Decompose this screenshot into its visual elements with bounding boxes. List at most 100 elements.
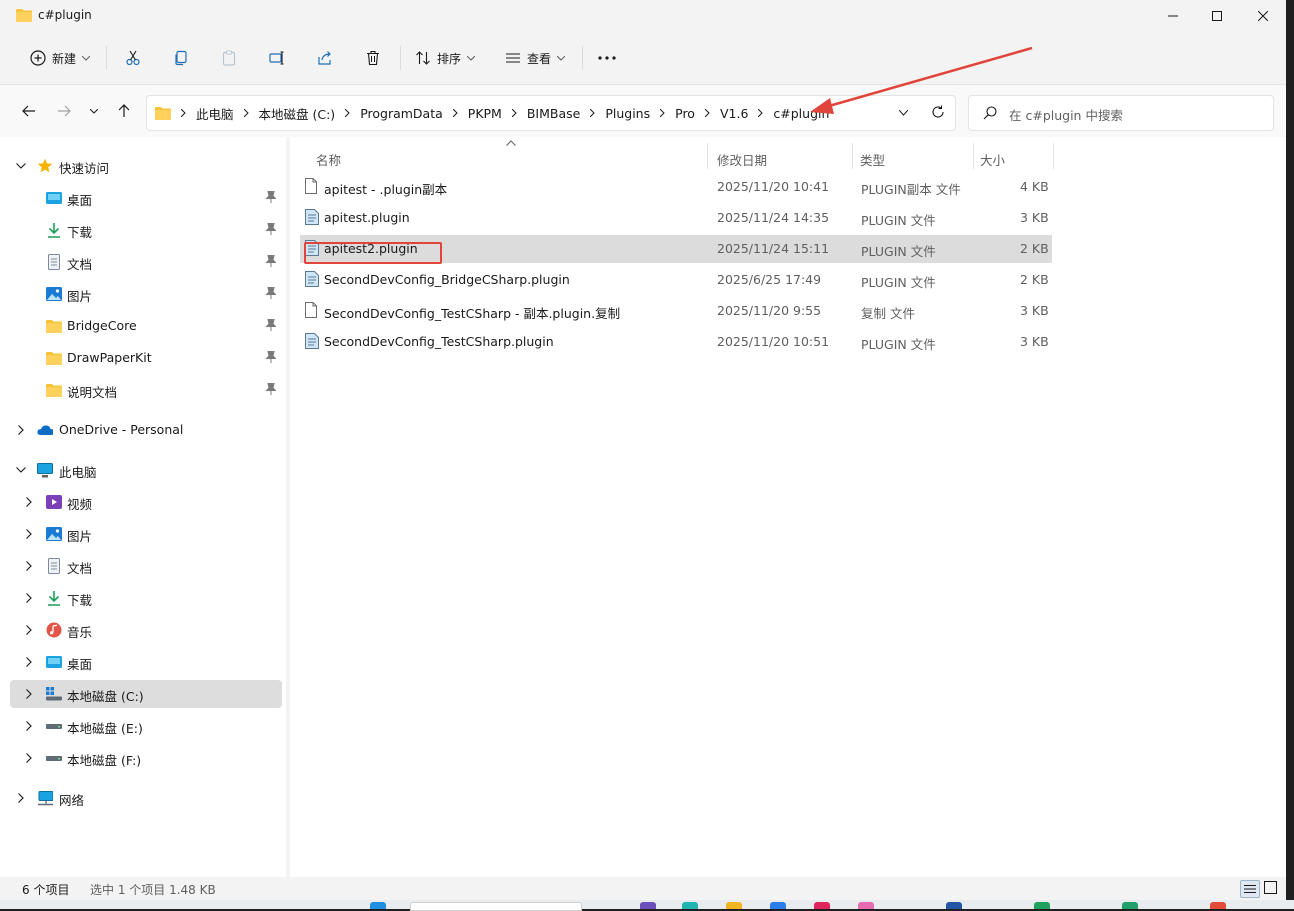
new-button[interactable]: 新建: [24, 42, 96, 74]
taskbar: [0, 900, 1294, 911]
table-row[interactable]: SecondDevConfig_TestCSharp - 副本.plugin.复…: [300, 297, 1052, 325]
app-icon[interactable]: [858, 902, 874, 909]
column-divider[interactable]: [1053, 143, 1054, 169]
table-row[interactable]: SecondDevConfig_TestCSharp.plugin 2025/1…: [300, 328, 1052, 356]
more-options-button[interactable]: [592, 42, 622, 74]
app-icon[interactable]: [946, 902, 962, 909]
chevron-right-icon[interactable]: [26, 751, 32, 763]
breadcrumb-programdata[interactable]: ProgramData: [356, 106, 447, 121]
chevron-right-icon[interactable]: [26, 687, 32, 699]
sidebar-item-local-disk-f[interactable]: 本地磁盘 (F:): [10, 744, 282, 772]
details-view-icon[interactable]: [1240, 880, 1260, 898]
recent-locations-button[interactable]: [82, 99, 106, 123]
minimize-button[interactable]: [1150, 0, 1196, 32]
close-button[interactable]: [1240, 0, 1286, 32]
app-icon[interactable]: [814, 902, 830, 909]
sidebar-item-pictures[interactable]: 图片: [10, 280, 282, 308]
column-divider[interactable]: [973, 143, 974, 169]
breadcrumb-pkpm[interactable]: PKPM: [464, 106, 506, 121]
file-modified: 2025/6/25 17:49: [717, 272, 822, 287]
pin-icon[interactable]: [266, 223, 276, 235]
sidebar-item-pc-documents[interactable]: 文档: [10, 552, 282, 580]
column-divider[interactable]: [707, 143, 708, 169]
chevron-down-icon[interactable]: [16, 159, 26, 169]
sidebar-item-pc-desktop[interactable]: 桌面: [10, 648, 282, 676]
cut-button[interactable]: [118, 42, 148, 74]
view-button[interactable]: 查看: [500, 42, 570, 74]
sidebar-item-downloads[interactable]: 下载: [10, 216, 282, 244]
sidebar-item-drawpaperkit[interactable]: DrawPaperKit: [10, 344, 282, 372]
start-icon[interactable]: [370, 902, 386, 909]
column-header-name[interactable]: 名称: [316, 145, 341, 173]
rename-button[interactable]: [262, 42, 292, 74]
sidebar-item-music[interactable]: 音乐: [10, 616, 282, 644]
chevron-right-icon[interactable]: [26, 495, 32, 507]
sort-button[interactable]: 排序: [410, 42, 480, 74]
sidebar-item-documents[interactable]: 文档: [10, 248, 282, 276]
table-row[interactable]: apitest.plugin 2025/11/24 14:35 PLUGIN 文…: [300, 204, 1052, 232]
sidebar-item-local-disk-c[interactable]: 本地磁盘 (C:): [10, 680, 282, 708]
breadcrumb-this-pc[interactable]: 此电脑: [192, 104, 238, 123]
breadcrumb-plugins[interactable]: Plugins: [601, 106, 654, 121]
file-type: PLUGIN 文件: [861, 244, 936, 259]
large-icons-view-icon[interactable]: [1264, 881, 1277, 894]
breadcrumb-bimbase[interactable]: BIMBase: [523, 106, 585, 121]
sidebar-item-local-disk-e[interactable]: 本地磁盘 (E:): [10, 712, 282, 740]
chevron-down-icon[interactable]: [16, 463, 26, 473]
table-row[interactable]: SecondDevConfig_BridgeCSharp.plugin 2025…: [300, 266, 1052, 294]
chevron-right-icon[interactable]: [26, 719, 32, 731]
table-row[interactable]: apitest - .plugin副本 2025/11/20 10:41 PLU…: [300, 173, 1052, 201]
file-type: 复制 文件: [861, 306, 915, 321]
pin-icon[interactable]: [266, 319, 276, 331]
breadcrumb-pro[interactable]: Pro: [671, 106, 699, 121]
sidebar-item-this-pc[interactable]: 此电脑: [10, 456, 282, 484]
sidebar-item-network[interactable]: 网络: [10, 784, 282, 812]
delete-button[interactable]: [358, 42, 388, 74]
sidebar-item-manual-docs[interactable]: 说明文档: [10, 376, 282, 404]
chevron-right-icon[interactable]: [26, 623, 32, 635]
pin-icon[interactable]: [266, 351, 276, 363]
chevron-right-icon[interactable]: [26, 591, 32, 603]
pin-icon[interactable]: [266, 383, 276, 395]
pin-icon[interactable]: [266, 191, 276, 203]
app-icon[interactable]: [1122, 902, 1138, 909]
sidebar-item-pc-downloads[interactable]: 下载: [10, 584, 282, 612]
file-explorer-taskbar-icon[interactable]: [726, 902, 742, 909]
chevron-right-icon[interactable]: [26, 527, 32, 539]
sidebar-item-desktop[interactable]: 桌面: [10, 184, 282, 212]
chevron-right-icon[interactable]: [16, 423, 24, 435]
sidebar-item-pc-pictures[interactable]: 图片: [10, 520, 282, 548]
up-button[interactable]: [112, 99, 136, 123]
pin-icon[interactable]: [266, 287, 276, 299]
app-icon[interactable]: [770, 902, 786, 909]
breadcrumb-v16[interactable]: V1.6: [716, 106, 752, 121]
file-modified: 2025/11/20 9:55: [717, 303, 822, 318]
paste-button[interactable]: [214, 42, 244, 74]
column-header-type[interactable]: 类型: [860, 145, 885, 173]
taskbar-search-box[interactable]: [410, 902, 582, 911]
sidebar-item-bridgecore[interactable]: BridgeCore: [10, 312, 282, 340]
share-button[interactable]: [310, 42, 340, 74]
chevron-right-icon[interactable]: [26, 655, 32, 667]
sidebar-item-quick-access[interactable]: 快速访问: [10, 152, 282, 180]
pin-icon[interactable]: [266, 255, 276, 267]
table-row-selected[interactable]: apitest2.plugin 2025/11/24 15:11 PLUGIN …: [300, 235, 1052, 264]
column-header-modified[interactable]: 修改日期: [717, 145, 767, 173]
plus-circle-icon: [30, 50, 46, 66]
maximize-button[interactable]: [1194, 0, 1240, 32]
forward-button[interactable]: [52, 99, 76, 123]
app-icon[interactable]: [1034, 902, 1050, 909]
sidebar-item-videos[interactable]: 视频: [10, 488, 282, 516]
column-header-size[interactable]: 大小: [980, 145, 1005, 173]
sidebar-item-onedrive[interactable]: OneDrive - Personal: [10, 416, 282, 444]
column-divider[interactable]: [852, 143, 853, 169]
app-icon[interactable]: [682, 902, 698, 909]
breadcrumb-local-disk-c[interactable]: 本地磁盘 (C:): [255, 104, 340, 123]
copy-button[interactable]: [166, 42, 196, 74]
back-button[interactable]: [17, 99, 41, 123]
app-icon[interactable]: [1210, 902, 1226, 909]
chevron-right-icon[interactable]: [26, 559, 32, 571]
sidebar-item-label: 文档: [67, 257, 93, 272]
app-icon[interactable]: [640, 902, 656, 909]
chevron-right-icon[interactable]: [16, 791, 24, 803]
